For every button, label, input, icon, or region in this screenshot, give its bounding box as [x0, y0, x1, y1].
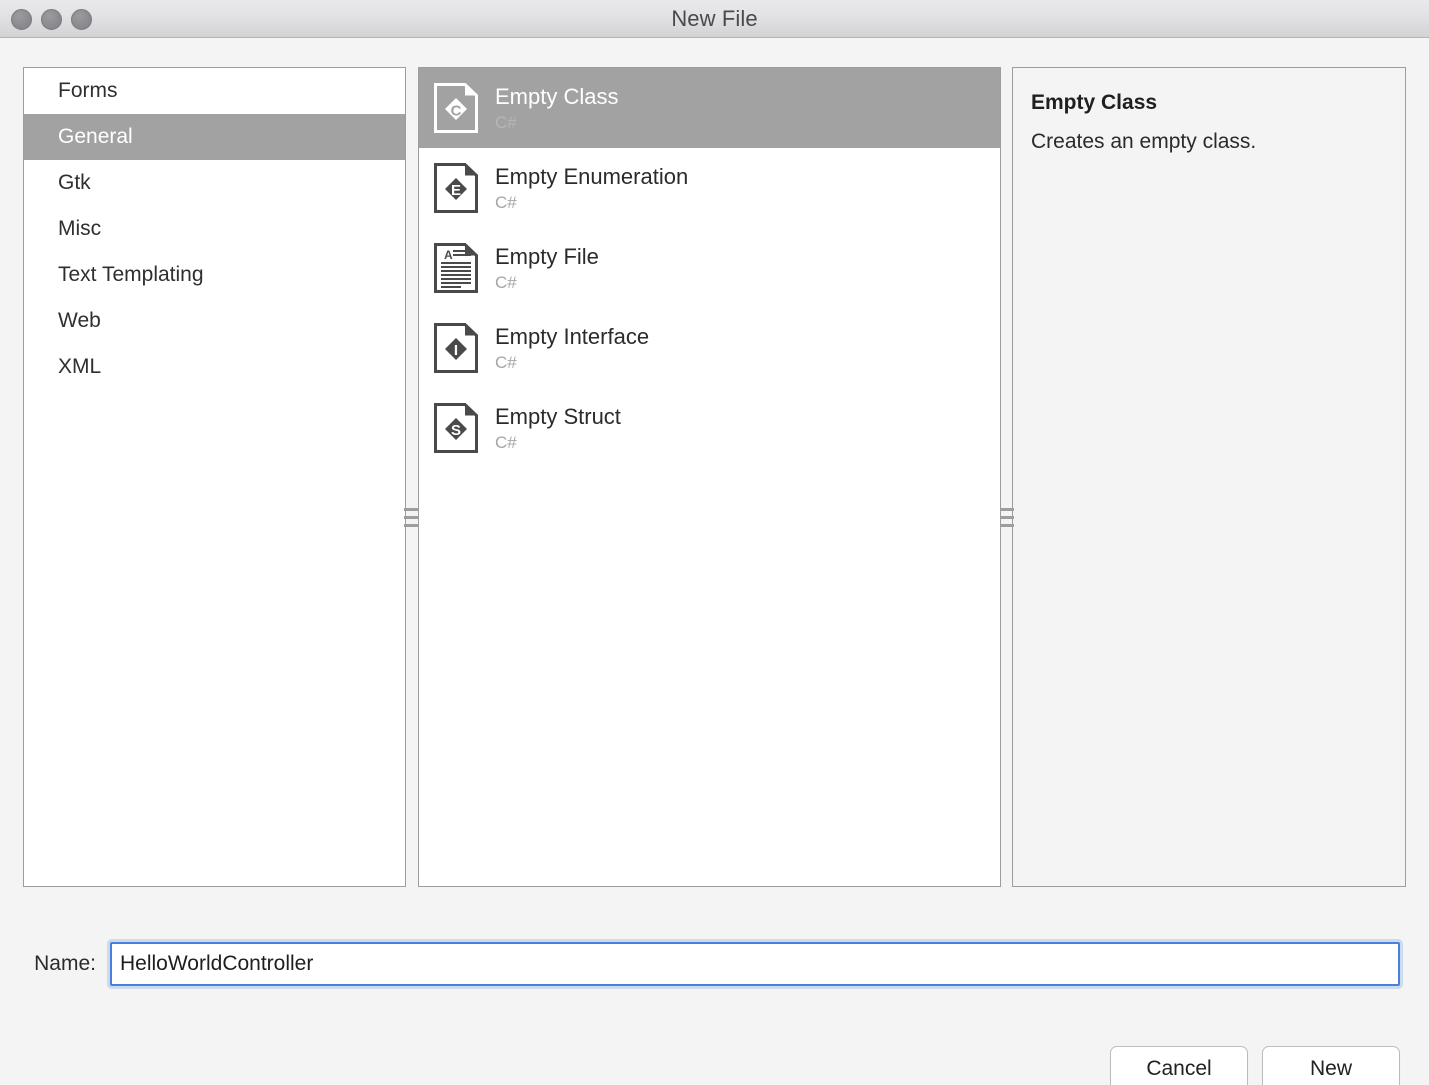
dialog-footer: Cancel New	[1110, 1046, 1400, 1085]
name-row: Name:	[0, 934, 1429, 994]
template-title: Empty File	[495, 243, 599, 269]
template-item-text: Empty File C#	[495, 243, 599, 294]
template-title: Empty Interface	[495, 323, 650, 349]
template-subtitle: C#	[495, 352, 517, 372]
template-item-empty-enumeration[interactable]: E Empty Enumeration C#	[419, 148, 1000, 228]
template-title: Empty Struct	[495, 403, 621, 429]
name-input-wrap	[110, 942, 1400, 986]
category-item-web[interactable]: Web	[24, 298, 405, 344]
category-item-general[interactable]: General	[24, 114, 405, 160]
splitter-grip-line	[404, 523, 418, 527]
template-title: Empty Enumeration	[495, 163, 689, 189]
splitter-grip-line	[1000, 523, 1014, 527]
category-item-text-templating[interactable]: Text Templating	[24, 252, 405, 298]
splitter-handle-right[interactable]	[1000, 501, 1014, 533]
category-item-misc[interactable]: Misc	[24, 206, 405, 252]
category-item-forms[interactable]: Forms	[24, 68, 405, 114]
template-item-text: Empty Enumeration C#	[495, 163, 688, 214]
template-item-empty-interface[interactable]: I Empty Interface C#	[419, 308, 1000, 388]
csharp-enum-file-icon: E	[434, 163, 478, 213]
minimize-icon[interactable]	[41, 8, 62, 30]
close-icon[interactable]	[11, 8, 32, 30]
splitter-grip-line	[1000, 515, 1014, 519]
svg-text:E: E	[451, 182, 461, 199]
template-details-pane: Empty Class Creates an empty class.	[1012, 67, 1406, 887]
template-item-empty-class[interactable]: C Empty Class C#	[419, 68, 1000, 148]
dialog-body: Forms General Gtk Misc Text Templating W…	[0, 38, 1429, 1085]
svg-text:S: S	[451, 422, 461, 439]
splitter-handle-left[interactable]	[404, 501, 418, 533]
new-button[interactable]: New	[1262, 1046, 1400, 1085]
svg-text:A: A	[444, 248, 453, 262]
template-item-text: Empty Interface C#	[495, 323, 649, 374]
maximize-icon[interactable]	[71, 8, 92, 30]
details-description: Creates an empty class.	[1031, 130, 1257, 153]
splitter-grip-line	[404, 507, 418, 511]
window-title: New File	[671, 5, 758, 31]
template-title: Empty Class	[495, 83, 619, 109]
category-item-xml[interactable]: XML	[24, 344, 405, 390]
splitter-grip-line	[1000, 507, 1014, 511]
panes-container: Forms General Gtk Misc Text Templating W…	[0, 38, 1429, 887]
cancel-button[interactable]: Cancel	[1110, 1046, 1248, 1085]
template-subtitle: C#	[495, 192, 517, 212]
csharp-class-file-icon: C	[434, 83, 478, 133]
text-file-icon: A	[434, 243, 478, 293]
svg-text:C: C	[451, 103, 462, 120]
template-item-empty-file[interactable]: A Empty File C#	[419, 228, 1000, 308]
svg-text:I: I	[454, 342, 458, 359]
template-subtitle: C#	[495, 272, 517, 292]
category-list-pane[interactable]: Forms General Gtk Misc Text Templating W…	[23, 67, 406, 887]
template-item-text: Empty Class C#	[495, 83, 618, 134]
csharp-interface-file-icon: I	[434, 323, 478, 373]
traffic-light-group	[11, 0, 92, 38]
template-item-text: Empty Struct C#	[495, 403, 621, 454]
template-list-pane[interactable]: C Empty Class C# E Empty Enumeration C#	[418, 67, 1001, 887]
splitter-grip-line	[404, 515, 418, 519]
details-title: Empty Class	[1031, 91, 1158, 114]
name-label: Name:	[34, 952, 96, 975]
window-titlebar: New File	[0, 0, 1429, 38]
category-item-gtk[interactable]: Gtk	[24, 160, 405, 206]
template-subtitle: C#	[495, 432, 517, 452]
csharp-struct-file-icon: S	[434, 403, 478, 453]
name-input[interactable]	[110, 942, 1400, 986]
template-item-empty-struct[interactable]: S Empty Struct C#	[419, 388, 1000, 468]
details-inner: Empty Class Creates an empty class.	[1013, 68, 1405, 158]
template-subtitle: C#	[495, 112, 517, 132]
